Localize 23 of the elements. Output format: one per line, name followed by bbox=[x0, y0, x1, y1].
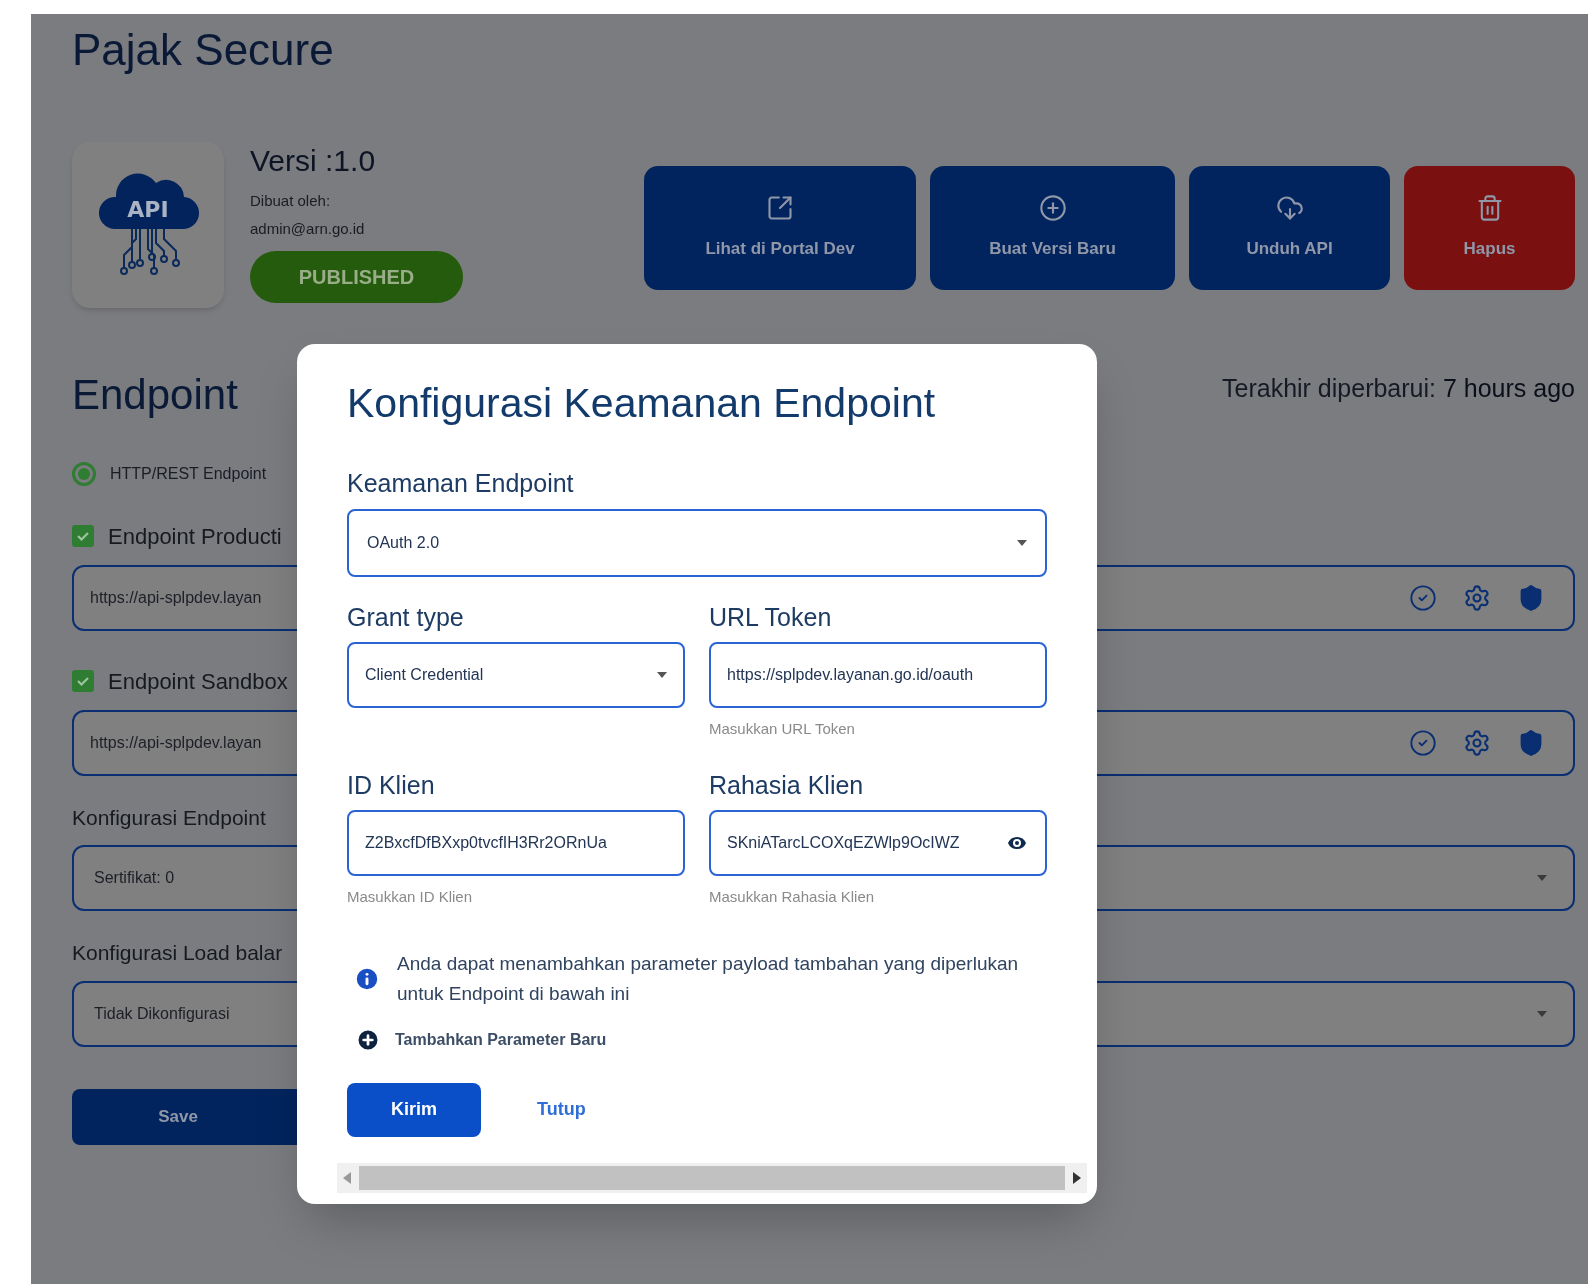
helper-text: Masukkan ID Klien bbox=[347, 887, 474, 908]
last-updated-text: Terakhir diperbarui: 7 hours ago bbox=[1222, 373, 1575, 404]
helper-text: Masukkan Rahasia Klien bbox=[709, 887, 876, 908]
radio-label: HTTP/REST Endpoint bbox=[110, 463, 267, 484]
info-text: Anda dapat menambahkan parameter payload tambahan yang diperlukan untuk Endpoint di bawah ini bbox=[397, 951, 1020, 1006]
field-label: Grant type bbox=[347, 601, 465, 633]
logo-text: API bbox=[127, 197, 169, 222]
field-label: Rahasia Klien bbox=[709, 769, 865, 801]
field-label: URL Token bbox=[709, 601, 833, 633]
field-label: Keamanan Endpoint bbox=[347, 468, 575, 500]
select-label: Konfigurasi Endpoint bbox=[72, 804, 266, 831]
created-by-email: admin@arn.go.id bbox=[250, 219, 365, 239]
helper-text: Masukkan URL Token bbox=[709, 719, 856, 740]
page-title: Pajak Secure bbox=[72, 28, 334, 72]
status-badge: PUBLISHED bbox=[250, 250, 463, 303]
field-label: ID Klien bbox=[347, 769, 436, 801]
select-label: Konfigurasi Load balar bbox=[72, 940, 283, 966]
endpoint-label: Endpoint Sandbox bbox=[108, 667, 288, 696]
version-label: Versi :1.0 bbox=[250, 143, 376, 179]
created-by-label: Dibuat oleh: bbox=[250, 190, 331, 211]
endpoint-label: Endpoint Producti bbox=[108, 522, 282, 551]
dialog-title: Konfigurasi Keamanan Endpoint bbox=[347, 379, 937, 428]
section-heading: Endpoint bbox=[72, 373, 238, 416]
